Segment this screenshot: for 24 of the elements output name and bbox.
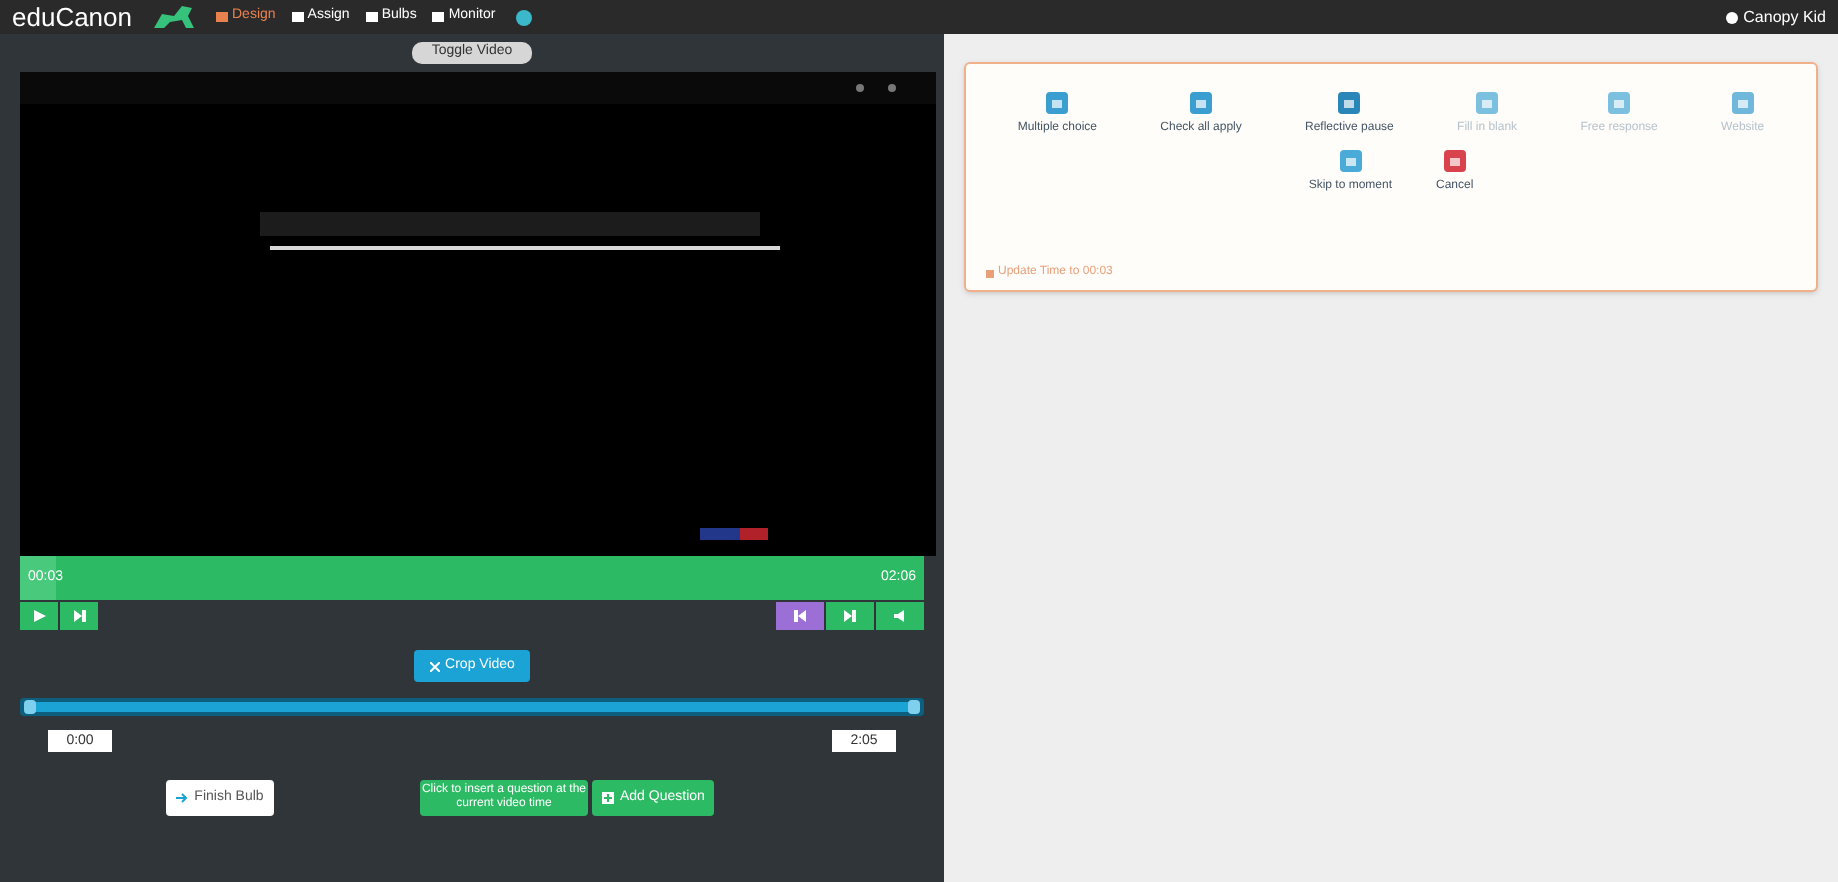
start-handle[interactable] <box>24 700 36 714</box>
animal-icon <box>152 4 196 30</box>
plus-icon <box>602 792 614 804</box>
tab-icon <box>432 12 445 22</box>
skip-icon <box>844 610 856 622</box>
skip-button[interactable] <box>826 602 874 630</box>
volume-button[interactable] <box>876 602 924 630</box>
crop-range-slider[interactable] <box>20 698 924 716</box>
tab-icon <box>291 12 304 22</box>
tab-icon <box>365 12 378 22</box>
speaker-icon <box>894 610 906 622</box>
step-icon <box>73 610 85 622</box>
arrow-icon <box>176 792 189 804</box>
user-link[interactable]: Canopy Kid <box>1725 5 1826 29</box>
step-button[interactable] <box>60 602 98 630</box>
tab-icon <box>216 12 228 22</box>
rewind-icon <box>794 610 806 622</box>
rewind-button[interactable] <box>776 602 824 630</box>
end-handle[interactable] <box>908 700 920 714</box>
scissors-icon <box>429 661 440 671</box>
play-icon <box>33 610 45 622</box>
status-icon <box>515 9 532 25</box>
brand-logo[interactable]: eduCanon <box>12 0 132 37</box>
play-button[interactable] <box>20 602 58 630</box>
